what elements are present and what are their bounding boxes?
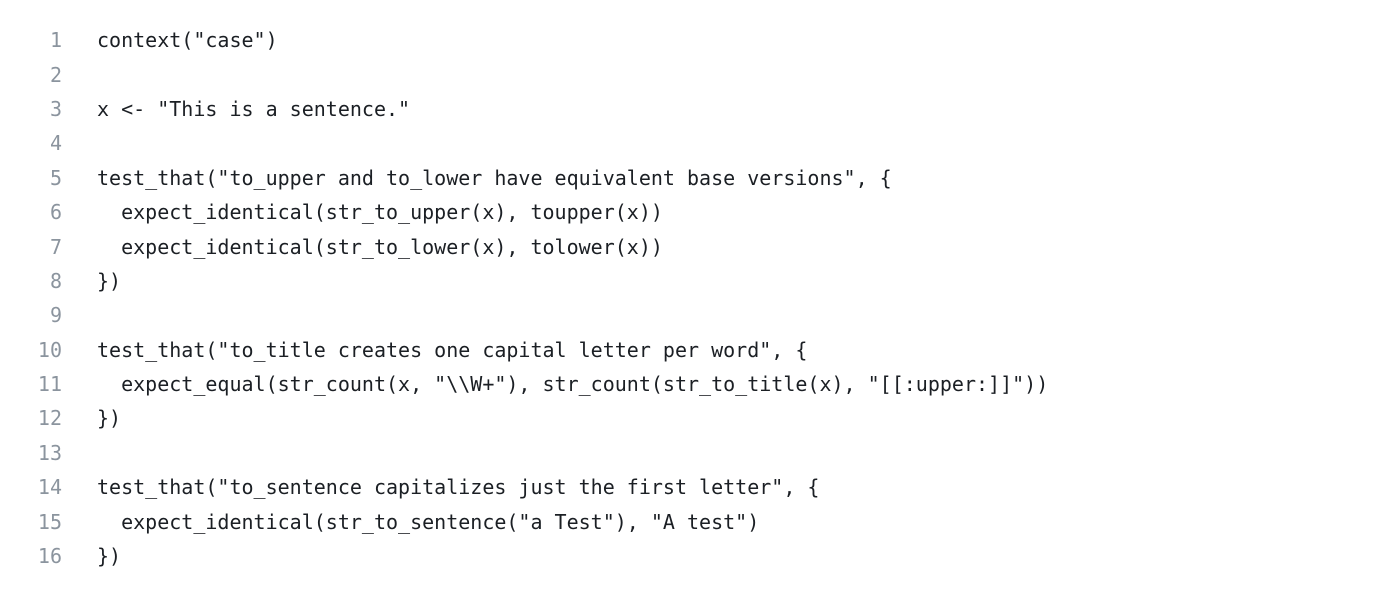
line-number: 2 (49, 62, 62, 87)
code-line: 7 expect_identical(str_to_lower(x), tolo… (0, 229, 1400, 263)
code-line: 4 (0, 126, 1400, 160)
code-line: 10 test_that("to_title creates one capit… (0, 333, 1400, 367)
line-number: 7 (49, 234, 62, 259)
code-text[interactable]: expect_identical(str_to_sentence("a Test… (62, 510, 759, 534)
code-text[interactable]: expect_equal(str_count(x, "\\W+"), str_c… (62, 372, 1048, 396)
code-line: 11 expect_equal(str_count(x, "\\W+"), st… (0, 367, 1400, 401)
code-text[interactable]: }) (62, 269, 121, 293)
line-number: 14 (37, 475, 62, 500)
code-line: 13 (0, 436, 1400, 470)
line-number: 16 (37, 544, 62, 569)
code-text[interactable]: expect_identical(str_to_upper(x), touppe… (62, 200, 663, 224)
code-text[interactable]: test_that("to_upper and to_lower have eq… (62, 166, 892, 190)
line-number: 13 (37, 440, 62, 465)
line-number: 5 (49, 165, 62, 190)
line-number: 12 (37, 406, 62, 431)
line-number: 6 (49, 200, 62, 225)
code-text[interactable]: test_that("to_title creates one capital … (62, 338, 807, 362)
code-text[interactable]: expect_identical(str_to_lower(x), tolowe… (62, 235, 663, 259)
line-number: 4 (49, 131, 62, 156)
code-line: 9 (0, 298, 1400, 332)
line-number: 3 (49, 96, 62, 121)
code-line: 1 context("case") (0, 23, 1400, 57)
code-line: 5 test_that("to_upper and to_lower have … (0, 161, 1400, 195)
line-number: 15 (37, 509, 62, 534)
code-line: 14 test_that("to_sentence capitalizes ju… (0, 470, 1400, 504)
code-text[interactable]: context("case") (62, 28, 278, 52)
code-text[interactable]: test_that("to_sentence capitalizes just … (62, 475, 819, 499)
code-line: 12 }) (0, 401, 1400, 435)
code-text[interactable]: }) (62, 406, 121, 430)
line-number: 8 (49, 268, 62, 293)
code-line: 6 expect_identical(str_to_upper(x), toup… (0, 195, 1400, 229)
code-text[interactable]: x <- "This is a sentence." (62, 97, 410, 121)
code-line: 2 (0, 57, 1400, 91)
code-line: 8 }) (0, 264, 1400, 298)
code-text[interactable]: }) (62, 544, 121, 568)
code-view: 1 context("case") 2 3 x <- "This is a se… (0, 0, 1400, 596)
code-line: 3 x <- "This is a sentence." (0, 92, 1400, 126)
code-line: 16 }) (0, 539, 1400, 573)
line-number: 11 (37, 372, 62, 397)
line-number: 10 (37, 337, 62, 362)
line-number: 1 (49, 28, 62, 53)
code-line: 15 expect_identical(str_to_sentence("a T… (0, 504, 1400, 538)
line-number: 9 (49, 303, 62, 328)
